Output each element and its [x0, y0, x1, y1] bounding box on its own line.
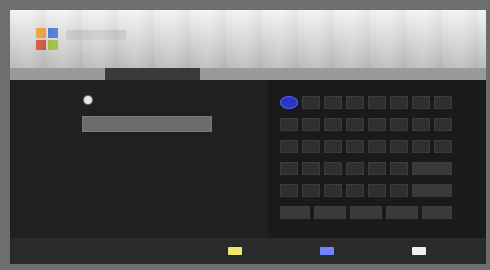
- white-key-icon: [412, 247, 426, 255]
- blue-key-icon: [320, 247, 334, 255]
- keyboard-key[interactable]: [302, 162, 320, 175]
- logo-square-red-icon: [36, 40, 46, 50]
- keyboard-key-special[interactable]: [350, 206, 382, 219]
- tab-bar: [10, 68, 486, 80]
- tv-ui-screen: [0, 0, 490, 270]
- keyboard-key[interactable]: [346, 162, 364, 175]
- keyboard-key[interactable]: [412, 96, 430, 109]
- keyboard-key-special[interactable]: [280, 206, 310, 219]
- app-frame: [10, 10, 486, 264]
- keyboard-key[interactable]: [302, 184, 320, 197]
- keyboard-key[interactable]: [302, 118, 320, 131]
- tab-3[interactable]: [200, 68, 295, 80]
- keyboard-key-special[interactable]: [412, 184, 452, 197]
- keyboard-key[interactable]: [390, 162, 408, 175]
- footer-blue-button[interactable]: [320, 247, 338, 255]
- keyboard-key[interactable]: [390, 96, 408, 109]
- keyboard-key[interactable]: [324, 184, 342, 197]
- keyboard-key[interactable]: [390, 118, 408, 131]
- keyboard-key[interactable]: [434, 118, 452, 131]
- keyboard-key[interactable]: [368, 162, 386, 175]
- keyboard-key[interactable]: [368, 184, 386, 197]
- keyboard-key[interactable]: [324, 118, 342, 131]
- keyboard-key[interactable]: [346, 96, 364, 109]
- keyboard-key[interactable]: [280, 184, 298, 197]
- tab-2-active[interactable]: [105, 68, 201, 80]
- keyboard-key[interactable]: [434, 140, 452, 153]
- keyboard-key[interactable]: [302, 140, 320, 153]
- keyboard-key-special[interactable]: [386, 206, 418, 219]
- tab-1[interactable]: [10, 68, 105, 80]
- brand-subtitle: [66, 43, 106, 49]
- keyboard-key[interactable]: [324, 96, 342, 109]
- keyboard-key[interactable]: [434, 96, 452, 109]
- keyboard-key[interactable]: [390, 140, 408, 153]
- keyboard-key-special[interactable]: [412, 162, 452, 175]
- footer-yellow-button[interactable]: [228, 247, 246, 255]
- keyboard-key[interactable]: [324, 140, 342, 153]
- keyboard-key-special[interactable]: [422, 206, 452, 219]
- yellow-key-icon: [228, 247, 242, 255]
- keyboard-key[interactable]: [412, 118, 430, 131]
- brand-wordmark: [66, 30, 126, 40]
- keyboard-key[interactable]: [302, 96, 320, 109]
- keyboard-key[interactable]: [390, 184, 408, 197]
- keyboard-key[interactable]: [280, 118, 298, 131]
- keyboard-key[interactable]: [280, 140, 298, 153]
- keyboard-key[interactable]: [412, 140, 430, 153]
- keyboard-key-special[interactable]: [314, 206, 346, 219]
- keyboard-key-focused[interactable]: [280, 96, 298, 109]
- logo-square-green-icon: [48, 40, 58, 50]
- settings-panel: [10, 80, 268, 238]
- tab-4[interactable]: [296, 68, 391, 80]
- keyboard-key[interactable]: [346, 140, 364, 153]
- onscreen-keyboard: [268, 80, 486, 238]
- keyboard-key[interactable]: [346, 118, 364, 131]
- keyboard-key[interactable]: [324, 162, 342, 175]
- logo-square-orange-icon: [36, 28, 46, 38]
- header: [10, 10, 486, 68]
- radio-button-icon[interactable]: [84, 96, 92, 104]
- keyboard-key[interactable]: [346, 184, 364, 197]
- keyboard-key[interactable]: [280, 162, 298, 175]
- keyboard-key[interactable]: [368, 118, 386, 131]
- keyboard-key[interactable]: [368, 140, 386, 153]
- footer-bar: [10, 238, 486, 264]
- text-input-field[interactable]: [82, 116, 212, 132]
- radio-option[interactable]: [84, 96, 97, 104]
- keyboard-key[interactable]: [368, 96, 386, 109]
- logo-square-blue-icon: [48, 28, 58, 38]
- footer-white-button[interactable]: [412, 247, 430, 255]
- tab-5[interactable]: [391, 68, 486, 80]
- colored-squares-logo-icon: [36, 28, 60, 50]
